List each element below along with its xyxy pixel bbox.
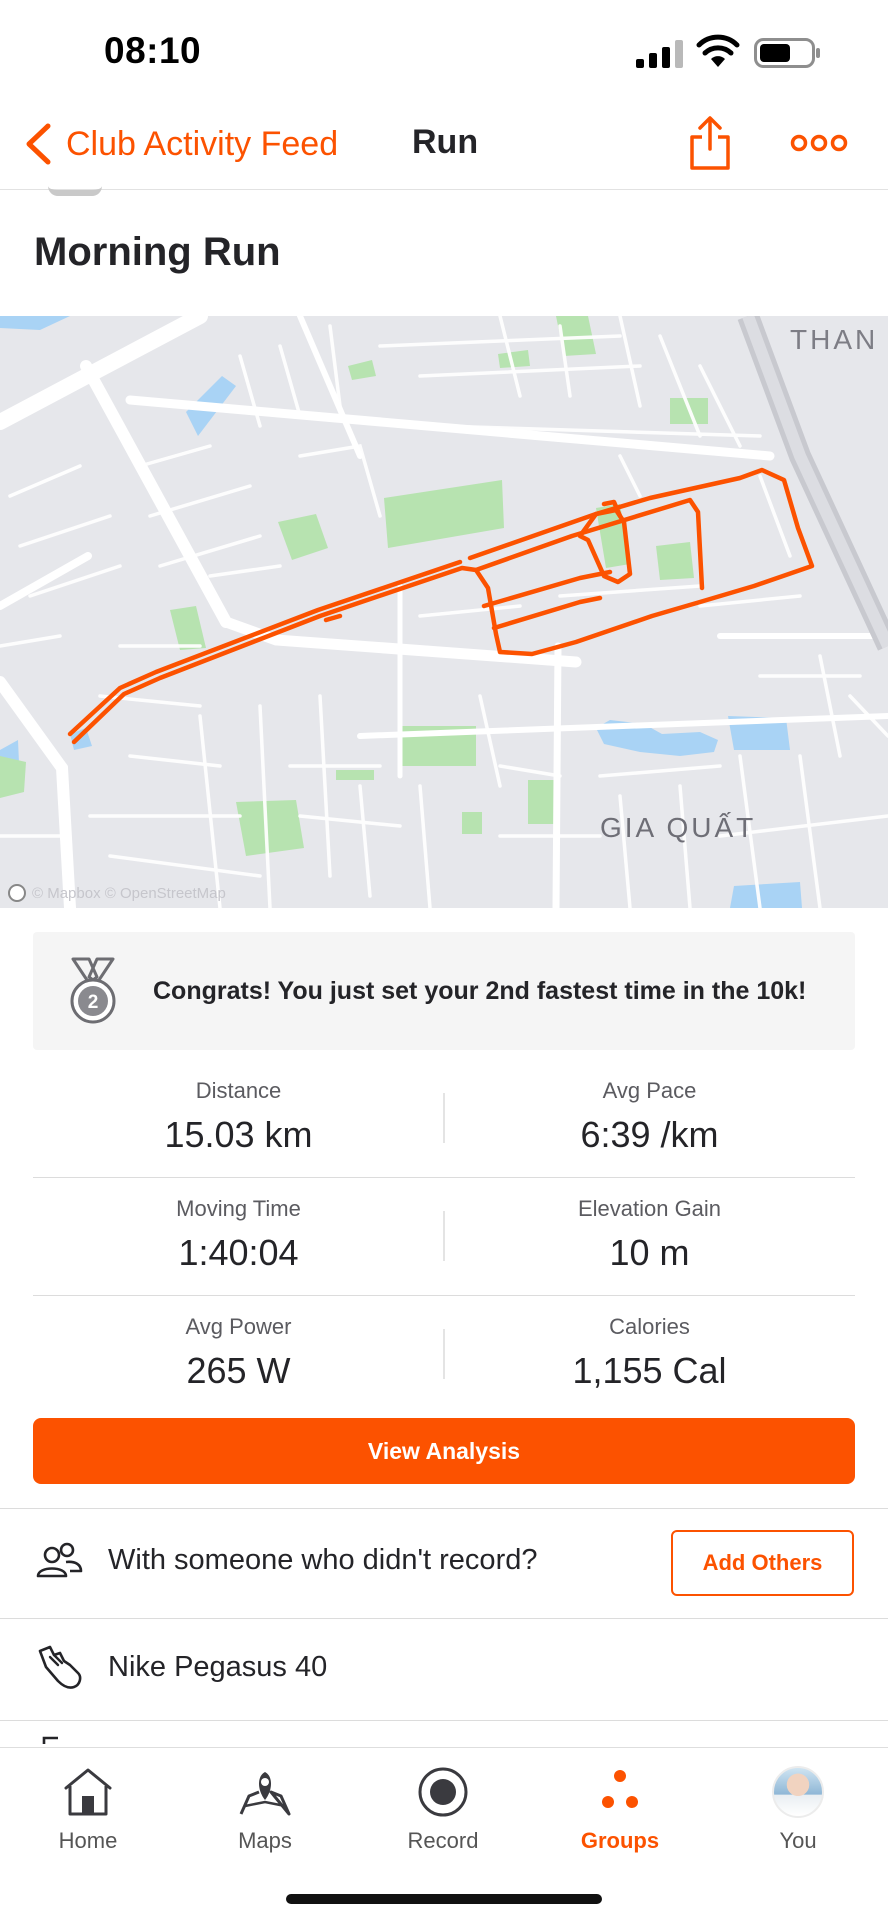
with-someone-text: With someone who didn't record?	[108, 1544, 538, 1576]
stat-value: 265 W	[186, 1350, 291, 1391]
stat-elevation-gain: Elevation Gain 10 m	[444, 1178, 855, 1295]
map-label-gia-quat: GIA QUẤT	[600, 812, 757, 843]
map-attribution[interactable]: © Mapbox © OpenStreetMap	[8, 884, 226, 902]
stat-value: 10 m	[609, 1232, 690, 1273]
page-title: Morning Run	[34, 230, 281, 274]
wifi-icon	[696, 34, 740, 67]
profile-avatar	[772, 1766, 824, 1818]
battery-icon	[754, 38, 820, 68]
tab-label: Record	[407, 1828, 479, 1853]
chevron-left-icon	[26, 123, 51, 165]
nav-title: Run	[412, 123, 479, 161]
stat-row: Moving Time 1:40:04 Elevation Gain 10 m	[33, 1178, 855, 1296]
tab-home[interactable]: Home	[28, 1762, 148, 1854]
people-icon	[36, 1542, 83, 1578]
tab-record[interactable]: Record	[383, 1762, 503, 1854]
map-label-thanh: THAN	[790, 324, 879, 355]
back-button[interactable]: Club Activity Feed	[24, 118, 338, 170]
tab-you[interactable]: You	[738, 1762, 858, 1854]
stat-label: Moving Time	[176, 1196, 301, 1221]
route-map[interactable]: THAN GIA QUẤT © Mapbox © OpenStreetMap	[0, 316, 888, 908]
more-options-icon[interactable]	[790, 130, 848, 156]
stat-value: 6:39 /km	[580, 1114, 719, 1155]
add-others-row: With someone who didn't record? Add Othe…	[0, 1509, 888, 1617]
activity-stats: Distance 15.03 km Avg Pace 6:39 /km Movi…	[33, 1060, 855, 1414]
stat-value: 1:40:04	[178, 1232, 299, 1273]
stat-label: Avg Pace	[602, 1078, 697, 1103]
stat-value: 15.03 km	[164, 1114, 313, 1155]
share-icon[interactable]	[688, 115, 732, 171]
mapbox-logo-icon	[8, 884, 26, 902]
record-icon	[418, 1767, 468, 1817]
tab-label: Maps	[238, 1828, 292, 1853]
tab-label: Groups	[580, 1828, 660, 1853]
cellular-signal-icon	[636, 40, 683, 68]
home-icon	[64, 1768, 112, 1816]
home-indicator	[286, 1894, 602, 1904]
athlete-avatar	[48, 186, 102, 196]
stat-row: Distance 15.03 km Avg Pace 6:39 /km	[33, 1060, 855, 1178]
tab-label: You	[779, 1828, 817, 1853]
stat-avg-pace: Avg Pace 6:39 /km	[444, 1060, 855, 1177]
view-analysis-button[interactable]: View Analysis	[33, 1418, 855, 1484]
stat-calories: Calories 1,155 Cal	[444, 1296, 855, 1414]
stat-avg-power: Avg Power 265 W	[33, 1296, 444, 1414]
shoe-icon	[38, 1645, 82, 1689]
achievement-text: Congrats! You just set your 2nd fastest …	[153, 976, 807, 1005]
tab-maps[interactable]: Maps	[205, 1762, 325, 1854]
svg-text:2: 2	[88, 992, 99, 1013]
tab-groups[interactable]: Groups	[560, 1762, 680, 1854]
truncated-row-icon	[42, 1736, 58, 1744]
stat-value: 1,155 Cal	[572, 1350, 727, 1391]
stat-divider	[443, 1211, 445, 1261]
stat-divider	[443, 1093, 445, 1143]
gear-name: Nike Pegasus 40	[108, 1651, 328, 1683]
stat-moving-time: Moving Time 1:40:04	[33, 1178, 444, 1295]
groups-icon	[602, 1770, 638, 1808]
stat-label: Avg Power	[185, 1314, 292, 1339]
divider	[0, 1720, 888, 1721]
status-bar: 08:10	[0, 0, 888, 100]
stat-label: Calories	[609, 1314, 690, 1339]
stat-distance: Distance 15.03 km	[33, 1060, 444, 1177]
tab-label: Home	[58, 1828, 118, 1853]
medal-icon: 2	[70, 957, 116, 1024]
map-pin-icon	[239, 1772, 291, 1816]
stat-row: Avg Power 265 W Calories 1,155 Cal	[33, 1296, 855, 1414]
back-label: Club Activity Feed	[66, 124, 339, 163]
stat-label: Elevation Gain	[577, 1196, 722, 1221]
map-attribution-text: © Mapbox © OpenStreetMap	[32, 884, 226, 902]
status-time: 08:10	[104, 30, 202, 71]
add-others-button[interactable]: Add Others	[671, 1530, 854, 1596]
achievement-banner[interactable]: 2 Congrats! You just set your 2nd fastes…	[33, 932, 855, 1050]
gear-row[interactable]: Nike Pegasus 40	[0, 1619, 888, 1719]
nav-bar: Club Activity Feed Run	[0, 100, 888, 190]
stat-label: Distance	[195, 1078, 282, 1103]
stat-divider	[443, 1329, 445, 1379]
